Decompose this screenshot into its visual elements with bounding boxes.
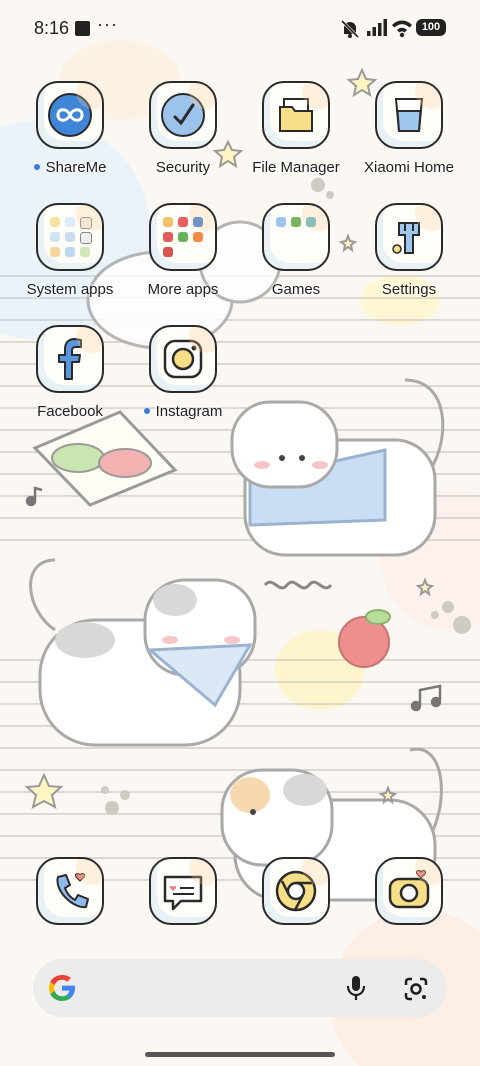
folder-grid-icon xyxy=(36,203,104,271)
chrome-icon xyxy=(262,857,330,925)
folder-grid-icon xyxy=(262,203,330,271)
facebook-f-icon xyxy=(36,325,104,393)
status-bar: 8:16 ··· 100 xyxy=(0,0,480,56)
folder-grid-icon xyxy=(149,203,217,271)
app-file-manager[interactable]: File Manager xyxy=(240,81,352,176)
battery-level: 100 xyxy=(416,19,446,36)
home-glass-icon xyxy=(375,81,443,149)
app-security[interactable]: Security xyxy=(127,81,239,176)
app-label: Facebook xyxy=(37,403,103,420)
mic-icon[interactable] xyxy=(345,974,367,1002)
infinity-icon xyxy=(36,81,104,149)
gesture-nav-handle[interactable] xyxy=(145,1052,335,1057)
google-search-bar[interactable] xyxy=(33,959,447,1017)
folder-games[interactable]: Games xyxy=(240,203,352,298)
messages-icon xyxy=(149,857,217,925)
security-check-icon xyxy=(149,81,217,149)
wifi-icon xyxy=(392,20,412,38)
app-label: Security xyxy=(155,159,211,176)
instagram-icon xyxy=(149,325,217,393)
phone-icon xyxy=(36,857,104,925)
app-label: Settings xyxy=(381,281,437,298)
more-notifications-indicator: ··· xyxy=(97,14,118,34)
settings-tools-icon xyxy=(375,203,443,271)
app-label: Games xyxy=(271,281,321,298)
dock-phone[interactable] xyxy=(14,857,126,925)
new-app-dot xyxy=(143,408,150,415)
dock-camera[interactable] xyxy=(353,857,465,925)
dock-chrome[interactable] xyxy=(240,857,352,925)
app-xiaomi-home[interactable]: Xiaomi Home xyxy=(353,81,465,176)
app-facebook[interactable]: Facebook xyxy=(14,325,126,420)
new-app-dot xyxy=(33,164,40,171)
camera-icon xyxy=(375,857,443,925)
app-label: File Manager xyxy=(252,159,340,176)
stop-square-icon xyxy=(75,21,90,36)
folder-more-apps[interactable]: More apps xyxy=(127,203,239,298)
lens-icon[interactable] xyxy=(403,976,429,1002)
app-label: System apps xyxy=(26,281,114,298)
folder-icon xyxy=(262,81,330,149)
signal-icon xyxy=(367,19,387,36)
app-shareme[interactable]: ShareMe xyxy=(14,81,126,176)
app-label: Xiaomi Home xyxy=(363,159,455,176)
clock: 8:16 xyxy=(34,18,70,38)
google-g-icon xyxy=(49,975,75,1001)
mute-icon xyxy=(340,19,360,39)
folder-system-apps[interactable]: System apps xyxy=(14,203,126,298)
app-label: Instagram xyxy=(155,403,223,420)
dock-messages[interactable] xyxy=(127,857,239,925)
app-label: ShareMe xyxy=(45,159,107,176)
app-instagram[interactable]: Instagram xyxy=(127,325,239,420)
app-label: More apps xyxy=(147,281,219,298)
app-settings[interactable]: Settings xyxy=(353,203,465,298)
